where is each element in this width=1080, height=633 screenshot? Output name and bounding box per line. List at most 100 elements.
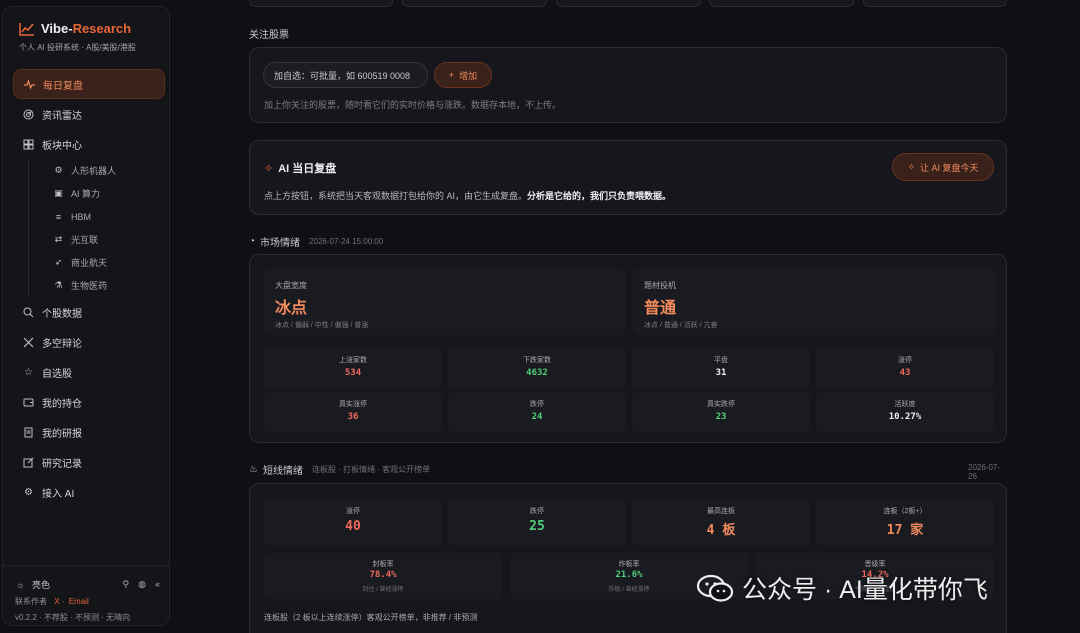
stat-real-limit-up: 真实涨停 36: [264, 392, 442, 432]
section-title: 关注股票: [249, 30, 289, 41]
sector-submenu: ⚙ 人形机器人 ▣ AI 算力 ≡ HBM ⇄ 光互联 ➶ 商业航天 ⚗ 生物医药: [28, 159, 165, 297]
nav-item-ai[interactable]: ⚙ 接入 AI: [13, 477, 165, 507]
stat-value: 534: [344, 368, 362, 378]
sidebar-item-biomed[interactable]: ⚗ 生物医药: [29, 274, 165, 297]
short-date: 2026-07-26: [964, 463, 1007, 481]
watch-hint: 加上你关注的股票，随时看它们的实时价格与涨跌。数据存本地，不上传。: [264, 100, 562, 110]
footer-icons: ⚲ ◍ «: [123, 579, 160, 590]
x-link[interactable]: X: [54, 597, 59, 606]
grid-icon: [23, 139, 34, 150]
short-max-streak: 最高连板 4 板: [632, 498, 810, 546]
sidebar: Vibe-Research 个人 AI 投研系统 · A股/美股/港股 每日复盘…: [2, 6, 170, 626]
nav-sub-label: HBM: [71, 211, 91, 222]
sidebar-item-ai-compute[interactable]: ▣ AI 算力: [29, 182, 165, 205]
timestamp: 2026-07-24 15:00:00: [309, 237, 384, 246]
brand-title: Vibe-Research: [41, 21, 132, 36]
stat-label: 涨停: [346, 508, 360, 515]
spec-scale: 冰点 / 普通 / 活跃 / 亢奋: [644, 322, 718, 329]
add-button[interactable]: + 增加: [434, 62, 492, 88]
nav-sub-label: 商业航天: [71, 258, 108, 268]
stat-label: 真实涨停: [339, 401, 367, 408]
brand[interactable]: Vibe-Research: [19, 21, 131, 36]
watch-section-label: 关注股票: [249, 26, 289, 41]
nav-item-records[interactable]: 研究记录: [13, 447, 165, 477]
short-limit-down: 跌停 25: [448, 498, 626, 546]
stat-value: 10.27%: [888, 412, 922, 422]
theme-toggle-label[interactable]: 亮色: [32, 578, 50, 591]
contact-label: 联系作者: [15, 597, 47, 606]
stat-value: 40: [345, 519, 361, 534]
watch-card: 加自选：可批量，如 600519 0008 + 增加 加上你关注的股票，随时看它们…: [249, 47, 1007, 123]
flame-icon: ♨: [249, 464, 258, 475]
top-card: [709, 0, 854, 7]
contact: 联系作者 X · Email: [15, 596, 89, 607]
stat-real-limit-down: 真实跌停 23: [632, 392, 810, 432]
stat-label: 活跃度: [894, 401, 916, 408]
nav-label: 研究记录: [42, 458, 82, 470]
sun-icon[interactable]: ☼: [15, 579, 26, 590]
nav-sub-label: 生物医药: [71, 281, 108, 291]
nav-label: 我的研报: [42, 428, 82, 440]
sparkle-icon: ✧: [264, 162, 274, 175]
top-card: [402, 0, 547, 7]
nav-item-news[interactable]: 资讯雷达: [13, 99, 165, 129]
stat-flat: 平盘 31: [632, 348, 810, 388]
breadth-value: 冰点: [275, 300, 308, 317]
button-label: 让 AI 复盘今天: [920, 162, 979, 173]
stat-label: 跌停: [530, 401, 544, 408]
sidebar-item-aerospace[interactable]: ➶ 商业航天: [29, 251, 165, 274]
title-text: AI 当日复盘: [278, 163, 337, 175]
sidebar-item-optical[interactable]: ⇄ 光互联: [29, 228, 165, 251]
sidebar-item-robot[interactable]: ⚙ 人形机器人: [29, 159, 165, 182]
top-card: [556, 0, 701, 7]
nav-item-holdings[interactable]: 我的持仓: [13, 387, 165, 417]
stat-label: 跌停: [530, 508, 544, 515]
nav-label: 我的持仓: [42, 398, 82, 410]
nav-label: 自选股: [42, 368, 72, 380]
stat-activity: 活跃度 10.27%: [816, 392, 994, 432]
nav-item-watchlist[interactable]: ☆ 自选股: [13, 357, 165, 387]
seal-rate: 封板率 78.4% 封住 / 曾经涨停: [264, 553, 502, 599]
section-sub: 连板股 · 打板情绪 · 客观公开榜单: [311, 465, 431, 474]
theme-row: ☼ 亮色 ⚲ ◍ «: [15, 578, 160, 591]
short-limit-up: 涨停 40: [264, 498, 442, 546]
user-icon[interactable]: ⚲: [123, 579, 130, 590]
nav-label: 每日复盘: [43, 80, 83, 92]
main-content: 关注股票 加自选：可批量，如 600519 0008 + 增加 加上你关注的股票，…: [249, 0, 1007, 633]
ai-review-desc: 点上方按钮，系统把当天客观数据打包给你的 AI，由它生成复盘。分析是它给的，我们…: [264, 189, 671, 202]
nav-label: 接入 AI: [42, 488, 75, 500]
nav-item-debate[interactable]: 多空辩论: [13, 327, 165, 357]
stat-value: 17 家: [886, 523, 924, 538]
stat-label: 平盘: [714, 357, 728, 364]
short-streak-count: 连板（2板+） 17 家: [816, 498, 994, 546]
watermark-text: 公众号 · AI量化带你飞: [742, 576, 988, 604]
stat-label: 涨停: [898, 357, 912, 364]
ai-review-button[interactable]: ✧ 让 AI 复盘今天: [892, 153, 994, 181]
nav-label: 个股数据: [42, 308, 82, 320]
collapse-icon[interactable]: «: [155, 579, 160, 590]
nav-item-reports[interactable]: 我的研报: [13, 417, 165, 447]
breadth-label: 大盘宽度: [275, 281, 307, 290]
nav-label: 资讯雷达: [42, 110, 82, 122]
nav-item-daily[interactable]: 每日复盘: [13, 69, 165, 99]
nav-item-sector[interactable]: 板块中心: [13, 129, 165, 159]
desc-bold: 分析是它给的，我们只负责喂数据。: [527, 191, 672, 201]
nav-sub-label: AI 算力: [71, 189, 101, 199]
stat-label: 真实跌停: [707, 401, 735, 408]
watch-add-input[interactable]: 加自选：可批量，如 600519 0008: [263, 62, 428, 88]
github-icon[interactable]: ◍: [138, 579, 146, 590]
robot-icon: ⚙: [54, 165, 63, 175]
sidebar-item-hbm[interactable]: ≡ HBM: [29, 205, 165, 228]
top-cards-edge: [249, 0, 1007, 8]
brand-subtitle: 个人 AI 投研系统 · A股/美股/港股: [19, 43, 136, 52]
nav-menu: 每日复盘 资讯雷达 板块中心 ⚙ 人形机器人 ▣ AI 算力 ≡ HBM ⇄ 光互联 ➶…: [13, 69, 165, 507]
spec-label: 题材投机: [644, 281, 676, 290]
nav-item-stock[interactable]: 个股数据: [13, 297, 165, 327]
separator: ·: [61, 597, 65, 606]
version: v0.2.2 · 不荐股 · 不预测 · 无晴向: [15, 613, 131, 622]
top-card: [863, 0, 1007, 7]
radar-icon: [23, 109, 34, 120]
email-link[interactable]: Email: [69, 597, 89, 606]
cpu-icon: ▣: [54, 188, 63, 198]
flask-icon: ⚗: [54, 280, 63, 290]
